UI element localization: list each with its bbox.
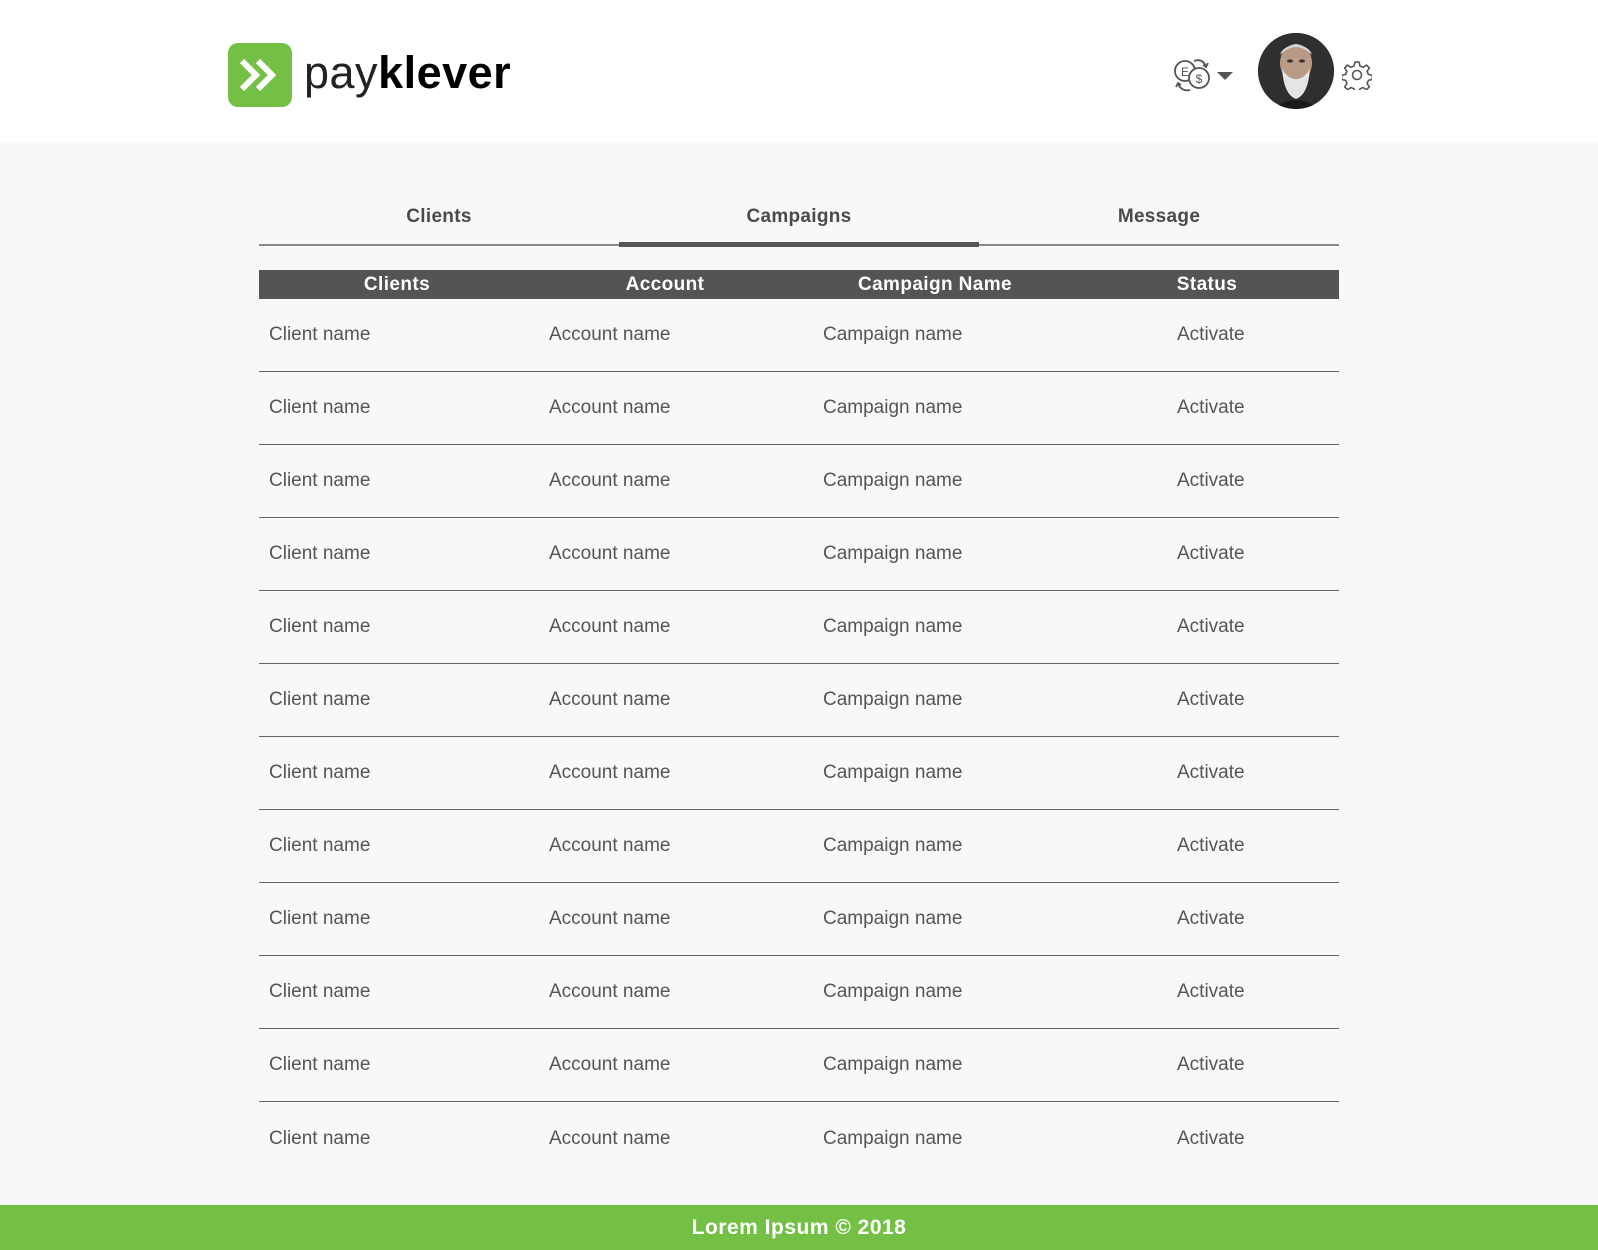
cell-client: Client name xyxy=(269,543,371,564)
cell-campaign: Campaign name xyxy=(823,908,963,929)
column-header-status[interactable]: Status xyxy=(1075,270,1339,299)
table-row[interactable]: Client name Account name Campaign name A… xyxy=(259,591,1339,664)
cell-client: Client name xyxy=(269,470,371,491)
cell-client: Client name xyxy=(269,762,371,783)
tab-clients[interactable]: Clients xyxy=(259,190,619,244)
double-chevron-right-icon xyxy=(228,43,292,107)
table-row[interactable]: Client name Account name Campaign name A… xyxy=(259,883,1339,956)
cell-account: Account name xyxy=(549,981,671,1002)
cell-client: Client name xyxy=(269,616,371,637)
cell-account: Account name xyxy=(549,543,671,564)
column-header-account[interactable]: Account xyxy=(535,270,795,299)
cell-campaign: Campaign name xyxy=(823,762,963,783)
tab-campaigns[interactable]: Campaigns xyxy=(619,190,979,247)
table-row[interactable]: Client name Account name Campaign name A… xyxy=(259,810,1339,883)
currency-exchange-icon: E $ xyxy=(1174,59,1233,92)
activate-button[interactable]: Activate xyxy=(1177,981,1339,1003)
cell-client: Client name xyxy=(269,981,371,1002)
top-header: payklever E $ xyxy=(0,0,1598,142)
table-row[interactable]: Client name Account name Campaign name A… xyxy=(259,956,1339,1029)
cell-account: Account name xyxy=(549,1127,671,1149)
table-row[interactable]: Client name Account name Campaign name A… xyxy=(259,372,1339,445)
currency-dollar-letter: $ xyxy=(1196,72,1203,86)
footer-copyright: Lorem Ipsum © 2018 xyxy=(691,1216,907,1239)
cell-campaign: Campaign name xyxy=(823,981,963,1002)
cell-campaign: Campaign name xyxy=(823,1054,963,1075)
cell-campaign: Campaign name xyxy=(823,543,963,564)
currency-switch-button[interactable]: E $ xyxy=(1172,54,1238,96)
table-row[interactable]: Client name Account name Campaign name A… xyxy=(259,1102,1339,1175)
cell-client: Client name xyxy=(269,835,371,856)
activate-button[interactable]: Activate xyxy=(1177,908,1339,930)
cell-account: Account name xyxy=(549,689,671,710)
cell-campaign: Campaign name xyxy=(823,470,963,491)
cell-account: Account name xyxy=(549,324,671,345)
table-row[interactable]: Client name Account name Campaign name A… xyxy=(259,445,1339,518)
cell-client: Client name xyxy=(269,397,371,418)
cell-account: Account name xyxy=(549,1054,671,1075)
cell-account: Account name xyxy=(549,835,671,856)
tab-message[interactable]: Message xyxy=(979,190,1339,244)
brand-name-light: pay xyxy=(304,46,379,98)
activate-button[interactable]: Activate xyxy=(1177,324,1339,346)
table-row[interactable]: Client name Account name Campaign name A… xyxy=(259,737,1339,810)
activate-button[interactable]: Activate xyxy=(1177,689,1339,711)
cell-account: Account name xyxy=(549,616,671,637)
table-row[interactable]: Client name Account name Campaign name A… xyxy=(259,299,1339,372)
campaigns-table: Clients Account Campaign Name Status Cli… xyxy=(259,270,1339,1175)
table-header: Clients Account Campaign Name Status xyxy=(259,270,1339,299)
payklever-logo[interactable]: payklever xyxy=(228,43,511,107)
cell-campaign: Campaign name xyxy=(823,689,963,710)
column-header-campaign-name[interactable]: Campaign Name xyxy=(795,270,1075,299)
cell-client: Client name xyxy=(269,689,371,710)
table-row[interactable]: Client name Account name Campaign name A… xyxy=(259,664,1339,737)
column-header-clients[interactable]: Clients xyxy=(259,270,535,299)
activate-button[interactable]: Activate xyxy=(1177,616,1339,638)
brand-name: payklever xyxy=(304,50,511,95)
cell-account: Account name xyxy=(549,397,671,418)
footer-bar: Lorem Ipsum © 2018 xyxy=(0,1205,1598,1250)
currency-euro-letter: E xyxy=(1181,65,1189,79)
cell-account: Account name xyxy=(549,762,671,783)
cell-account: Account name xyxy=(549,470,671,491)
cell-campaign: Campaign name xyxy=(823,397,963,418)
activate-button[interactable]: Activate xyxy=(1177,397,1339,419)
settings-button[interactable] xyxy=(1340,60,1374,94)
user-avatar[interactable] xyxy=(1258,33,1334,109)
cell-account: Account name xyxy=(549,908,671,929)
section-tabs: Clients Campaigns Message xyxy=(259,190,1339,247)
table-row[interactable]: Client name Account name Campaign name A… xyxy=(259,518,1339,591)
activate-button[interactable]: Activate xyxy=(1177,1128,1339,1150)
cell-campaign: Campaign name xyxy=(823,835,963,856)
activate-button[interactable]: Activate xyxy=(1177,470,1339,492)
table-row[interactable]: Client name Account name Campaign name A… xyxy=(259,1029,1339,1102)
cell-campaign: Campaign name xyxy=(823,324,963,345)
activate-button[interactable]: Activate xyxy=(1177,835,1339,857)
cell-client: Client name xyxy=(269,1127,371,1149)
cell-campaign: Campaign name xyxy=(823,1127,963,1149)
cell-client: Client name xyxy=(269,1054,371,1075)
gear-icon xyxy=(1340,61,1374,94)
activate-button[interactable]: Activate xyxy=(1177,543,1339,565)
brand-name-bold: klever xyxy=(378,46,512,98)
table-body: Client name Account name Campaign name A… xyxy=(259,299,1339,1175)
cell-client: Client name xyxy=(269,908,371,929)
cell-client: Client name xyxy=(269,324,371,345)
chevron-down-icon xyxy=(1217,72,1233,80)
activate-button[interactable]: Activate xyxy=(1177,762,1339,784)
activate-button[interactable]: Activate xyxy=(1177,1054,1339,1076)
cell-campaign: Campaign name xyxy=(823,616,963,637)
